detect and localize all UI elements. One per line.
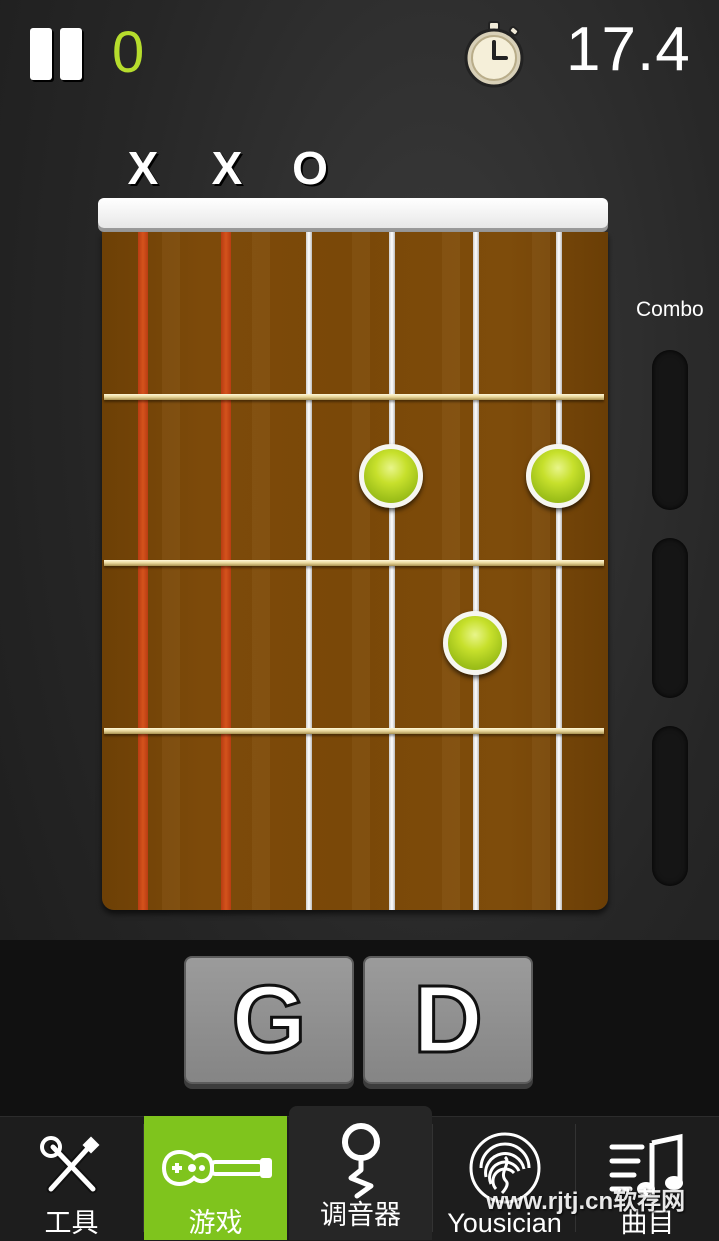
string-marker-muted: X bbox=[211, 142, 243, 194]
guitar-nut bbox=[98, 198, 608, 228]
score-counter: 0 bbox=[112, 20, 145, 85]
string-marker-open: O bbox=[292, 142, 328, 194]
nav-item-songs[interactable]: 曲目 bbox=[576, 1116, 719, 1240]
timer-value: 17.4 bbox=[566, 15, 691, 84]
fret-line bbox=[104, 728, 604, 734]
nav-label: 调音器 bbox=[320, 1200, 401, 1230]
string-3 bbox=[389, 232, 395, 910]
tuner-pin-icon bbox=[321, 1120, 401, 1200]
chord-choice-panel bbox=[0, 940, 719, 1116]
nav-item-tools[interactable]: 工具 bbox=[0, 1116, 143, 1240]
pause-button[interactable] bbox=[28, 28, 86, 82]
combo-meter-segment bbox=[652, 350, 688, 510]
finger-dot bbox=[359, 444, 423, 508]
finger-dot bbox=[443, 611, 507, 675]
combo-meter-segment bbox=[652, 726, 688, 886]
nav-item-yousician[interactable]: Yousician bbox=[433, 1116, 576, 1240]
string-marker-muted: X bbox=[127, 142, 159, 194]
fret-line bbox=[104, 394, 604, 400]
tools-icon bbox=[32, 1128, 112, 1208]
string-1 bbox=[556, 232, 562, 910]
string-2 bbox=[473, 232, 479, 910]
muted-string-5 bbox=[221, 232, 231, 910]
chord-button-g[interactable]: G bbox=[184, 956, 354, 1084]
nav-item-tuner[interactable]: 调音器 bbox=[289, 1106, 432, 1240]
nav-item-game[interactable]: 游戏 bbox=[144, 1116, 287, 1240]
guitar-icon bbox=[156, 1128, 276, 1208]
finger-dot bbox=[526, 444, 590, 508]
string-4 bbox=[306, 232, 312, 910]
combo-label: Combo bbox=[636, 298, 704, 321]
watermark-text: www.rjtj.cn软荐网 bbox=[486, 1188, 686, 1215]
chord-button-d[interactable]: D bbox=[363, 956, 533, 1084]
muted-string-6 bbox=[138, 232, 148, 910]
fretboard bbox=[102, 232, 608, 910]
combo-meter-segment bbox=[652, 538, 688, 698]
nav-label: 工具 bbox=[44, 1208, 99, 1238]
fret-line bbox=[104, 560, 604, 566]
nav-label: 游戏 bbox=[188, 1208, 243, 1238]
stopwatch-icon bbox=[460, 20, 528, 88]
